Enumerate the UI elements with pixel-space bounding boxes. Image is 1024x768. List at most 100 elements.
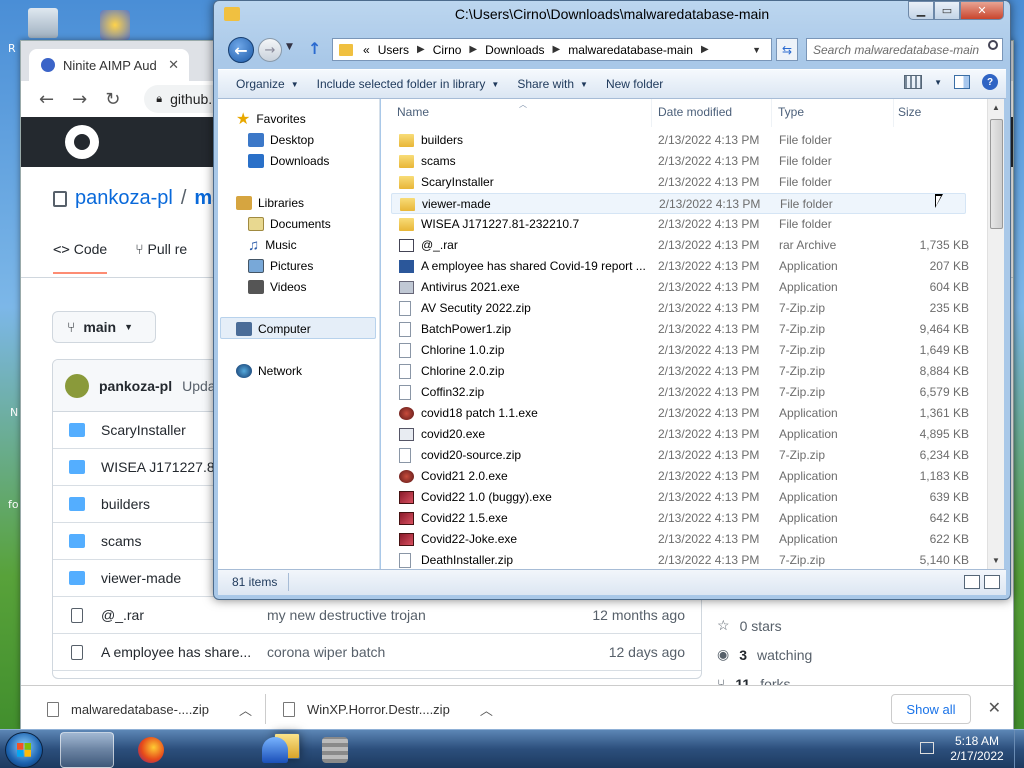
file-name[interactable]: builders (101, 496, 150, 512)
list-item[interactable]: Antivirus 2021.exe 2/13/2022 4:13 PM Appli… (391, 277, 969, 298)
chrome-tab[interactable]: Ninite AIMP Aud ✕ (29, 49, 189, 81)
start-button[interactable] (5, 732, 43, 768)
large-icons-view-icon[interactable] (984, 575, 1000, 589)
file-name[interactable]: scams (101, 533, 141, 549)
search-icon[interactable] (988, 40, 998, 50)
share-with-menu[interactable]: Share with ▼ (517, 77, 588, 91)
scroll-down-arrow-icon[interactable]: ▼ (992, 556, 1000, 565)
close-tab-icon[interactable]: ✕ (168, 57, 179, 73)
github-logo-icon[interactable] (65, 125, 99, 159)
branch-selector-button[interactable]: ⑂ main ▼ (52, 311, 156, 343)
preview-pane-icon[interactable] (954, 75, 970, 89)
column-header-size[interactable]: Size (898, 105, 921, 119)
column-header-type[interactable]: Type (778, 105, 804, 119)
breadcrumb-arrow-icon[interactable]: ▶ (549, 44, 565, 55)
details-view-icon[interactable] (964, 575, 980, 589)
avatar[interactable] (65, 373, 89, 398)
search-input[interactable]: Search malwaredatabase-main (806, 38, 1003, 61)
nav-music[interactable]: ♫ Music (248, 235, 297, 255)
network-tray-icon[interactable] (920, 742, 934, 754)
download-item[interactable]: WinXP.Horror.Destr....zip ︿ (283, 694, 493, 724)
taskbar-winrar-button[interactable] (308, 732, 362, 768)
stars-stat[interactable]: ☆ 0 stars (717, 611, 812, 640)
vertical-scrollbar[interactable]: ▲ ▼ (987, 99, 1004, 569)
maximize-button[interactable]: ▭ (934, 1, 960, 20)
breadcrumb-arrow-icon[interactable]: ▶ (465, 44, 481, 55)
address-overflow[interactable]: « (359, 43, 374, 57)
commit-message[interactable]: corona wiper batch (267, 644, 385, 660)
file-name[interactable]: ScaryInstaller (101, 422, 186, 438)
chevron-up-icon[interactable]: ︿ (239, 700, 252, 719)
show-desktop-button[interactable] (1014, 730, 1024, 768)
list-item[interactable]: Chlorine 1.0.zip 2/13/2022 4:13 PM 7-Zip.z… (391, 340, 969, 361)
list-item[interactable]: builders 2/13/2022 4:13 PM File folder (391, 130, 966, 151)
file-name[interactable]: viewer-made (101, 570, 181, 586)
nav-documents[interactable]: Documents (248, 214, 331, 234)
breadcrumb-downloads[interactable]: Downloads (481, 43, 548, 57)
up-arrow-icon[interactable]: ↑ (308, 39, 321, 58)
minimize-button[interactable]: ▁ (908, 1, 934, 20)
scroll-up-arrow-icon[interactable]: ▲ (992, 103, 1000, 112)
commit-user[interactable]: pankoza-pl (99, 378, 172, 394)
chevron-up-icon[interactable]: ︿ (480, 700, 493, 719)
download-item[interactable]: malwaredatabase-....zip ︿ (47, 694, 252, 724)
show-all-button[interactable]: Show all (891, 694, 971, 724)
close-button[interactable]: ✕ (960, 1, 1004, 20)
recycle-bin-icon[interactable] (28, 8, 58, 38)
nav-downloads[interactable]: Downloads (248, 151, 329, 171)
commit-message[interactable]: Upda (182, 378, 215, 394)
view-options-dropdown-icon[interactable]: ▼ (934, 78, 942, 87)
new-folder-button[interactable]: New folder (606, 77, 663, 91)
recent-pages-dropdown-icon[interactable]: ▼ (286, 42, 293, 52)
list-item[interactable]: Chlorine 2.0.zip 2/13/2022 4:13 PM 7-Zip.z… (391, 361, 969, 382)
nav-network[interactable]: Network (236, 361, 302, 381)
file-name[interactable]: WISEA J171227.81 (101, 459, 222, 475)
file-name[interactable]: @_.rar (101, 607, 144, 623)
organize-menu[interactable]: Organize ▼ (236, 77, 299, 91)
forward-button[interactable]: → (258, 38, 282, 62)
tab-code[interactable]: <> Code (53, 241, 108, 274)
breadcrumb-arrow-icon[interactable]: ▶ (697, 44, 713, 55)
include-in-library-menu[interactable]: Include selected folder in library ▼ (317, 77, 500, 91)
list-item[interactable]: ScaryInstaller 2/13/2022 4:13 PM File fold… (391, 172, 966, 193)
change-view-icon[interactable] (904, 75, 923, 89)
list-item[interactable]: A employee has shared Covid-19 report ..… (391, 256, 969, 277)
repo-owner-link[interactable]: pankoza-pl (75, 187, 173, 210)
address-dropdown-icon[interactable]: ▼ (748, 45, 765, 55)
close-icon[interactable]: ✕ (988, 698, 1001, 717)
watching-stat[interactable]: ◉ 3 watching (717, 640, 812, 669)
desktop-app-icon[interactable] (100, 10, 130, 40)
list-item[interactable]: Covid22 1.5.exe 2/13/2022 4:13 PM Applicat… (391, 508, 969, 529)
nav-pictures[interactable]: Pictures (248, 256, 313, 276)
nav-favorites[interactable]: ★ Favorites (236, 109, 306, 129)
clock[interactable]: 5:18 AM 2/17/2022 (942, 734, 1012, 764)
list-item[interactable]: AV Secutity 2022.zip 2/13/2022 4:13 PM 7-Z… (391, 298, 969, 319)
table-row[interactable]: @_.rar my new destructive trojan 12 months… (53, 597, 701, 634)
address-bar[interactable]: « Users ▶ Cirno ▶ Downloads ▶ malwaredataba… (332, 38, 772, 61)
reload-icon[interactable]: ↻ (105, 89, 120, 110)
tab-pull-requests[interactable]: ⑂ Pull re (135, 241, 187, 274)
list-item[interactable]: viewer-made 2/13/2022 4:13 PM File folder (391, 193, 966, 214)
list-item[interactable]: DeathInstaller.zip 2/13/2022 4:13 PM 7-Zip… (391, 550, 969, 569)
nav-desktop[interactable]: Desktop (248, 130, 314, 150)
column-header-date[interactable]: Date modified (658, 105, 732, 119)
breadcrumb-arrow-icon[interactable]: ▶ (413, 44, 429, 55)
file-name[interactable]: A employee has share... (101, 644, 251, 660)
help-icon[interactable]: ? (982, 74, 998, 90)
list-item[interactable]: Covid21 2.0.exe 2/13/2022 4:13 PM Applicat… (391, 466, 969, 487)
table-row[interactable]: A employee has share... corona wiper batc… (53, 634, 701, 671)
column-header-name[interactable]: Name (397, 105, 429, 119)
list-item[interactable]: WISEA J171227.81-232210.7 2/13/2022 4:13 … (391, 214, 966, 235)
breadcrumb-malwaredatabase-main[interactable]: malwaredatabase-main (564, 43, 697, 57)
breadcrumb-users[interactable]: Users (374, 43, 413, 57)
commit-message[interactable]: my new destructive trojan (267, 607, 426, 623)
list-item[interactable]: BatchPower1.zip 2/13/2022 4:13 PM 7-Zip.zi… (391, 319, 969, 340)
list-item[interactable]: covid20-source.zip 2/13/2022 4:13 PM 7-Zip… (391, 445, 969, 466)
list-item[interactable]: @_.rar 2/13/2022 4:13 PM rar Archive 1,735 … (391, 235, 969, 256)
list-item[interactable]: Coffin32.zip 2/13/2022 4:13 PM 7-Zip.zip 6,… (391, 382, 969, 403)
list-item[interactable]: scams 2/13/2022 4:13 PM File folder (391, 151, 966, 172)
list-item[interactable]: Covid22-Joke.exe 2/13/2022 4:13 PM Applica… (391, 529, 969, 550)
taskbar-explorer-button[interactable] (60, 732, 300, 768)
back-button[interactable]: ← (228, 37, 254, 63)
taskbar-chrome-button[interactable] (186, 732, 240, 768)
